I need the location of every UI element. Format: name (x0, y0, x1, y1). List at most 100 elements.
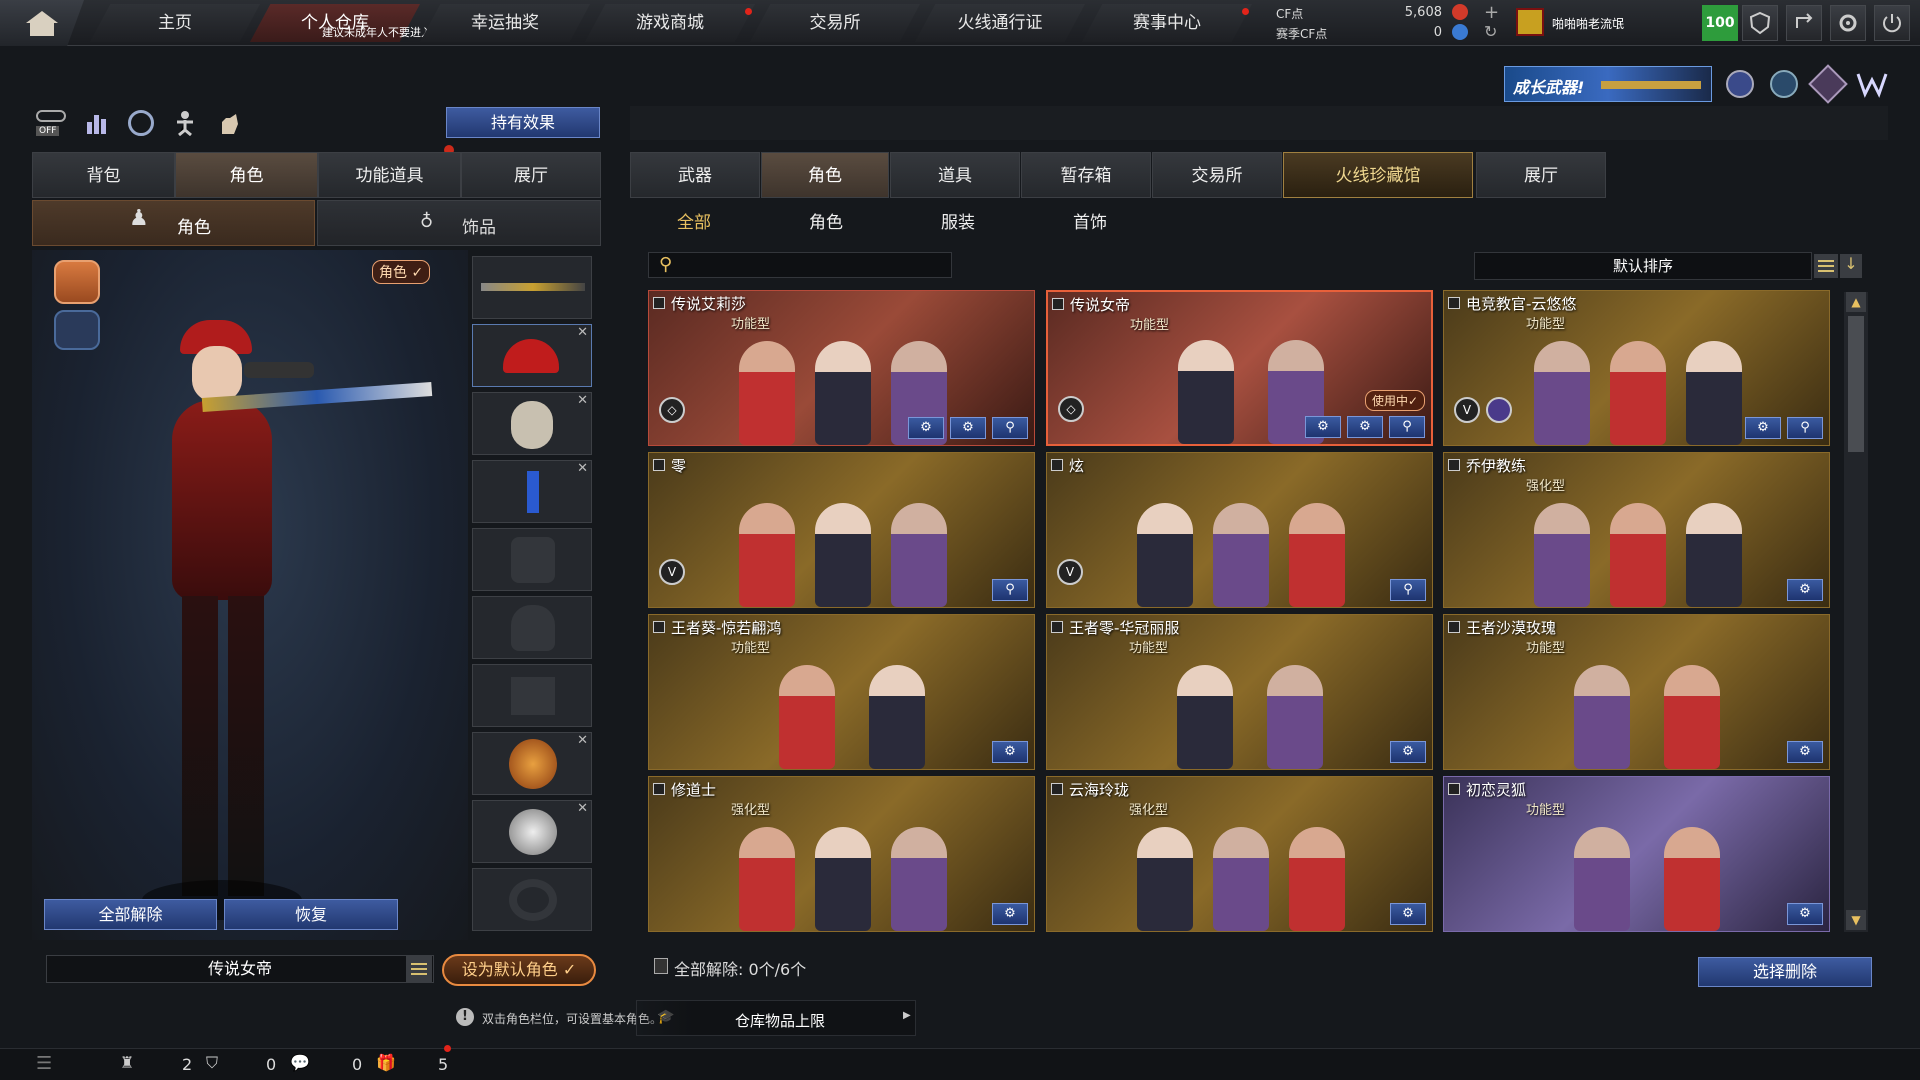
search-icon[interactable]: ⚲ (1390, 579, 1426, 601)
tab-items[interactable]: 道具 (890, 152, 1020, 198)
set-default-role-button[interactable]: 设为默认角色 ✓ (442, 954, 596, 986)
favorite-star-icon[interactable] (1448, 297, 1460, 309)
slot-accessory-dragon[interactable]: ✕ (472, 732, 592, 795)
slot-radio[interactable]: ✕ (472, 460, 592, 523)
character-card[interactable]: 云海玲珑 强化型 ⚙ (1046, 776, 1433, 932)
character-card[interactable]: 传说艾莉莎 功能型 ⚙ ⚙ ⚲ ◇ (648, 290, 1035, 446)
filter-character[interactable]: 角色 (786, 208, 866, 233)
friends-icon[interactable]: ♜ (120, 1053, 134, 1072)
tab-weapons[interactable]: 武器 (630, 152, 760, 198)
sort-direction-icon[interactable]: ↓ (1840, 254, 1862, 278)
gear-icon[interactable]: ⚙ (908, 417, 944, 439)
toggle-off-icon[interactable]: OFF (34, 108, 68, 138)
gear-icon[interactable]: ⚙ (1787, 579, 1823, 601)
tab-showroom[interactable]: 展厅 (461, 152, 601, 198)
gift-icon[interactable]: 🎁 (376, 1053, 396, 1072)
slot-radio-remove-icon[interactable]: ✕ (577, 461, 588, 476)
scroll-up-arrow-icon[interactable]: ▲ (1846, 292, 1866, 312)
character-card[interactable]: 王者零-华冠丽服 功能型 ⚙ (1046, 614, 1433, 770)
gear-icon[interactable]: ⚙ (1745, 417, 1781, 439)
crosshair-icon[interactable] (1808, 64, 1848, 104)
rotate-icon[interactable] (128, 110, 154, 136)
favorite-star-icon[interactable] (1448, 621, 1460, 633)
nav-tab-lucky-draw[interactable]: 幸运抽奖 (420, 4, 590, 42)
character-card[interactable]: 王者葵-惊若翩鸿 功能型 ⚙ (648, 614, 1035, 770)
search-box[interactable]: ⚲ (648, 252, 952, 278)
slot-vest[interactable] (472, 528, 592, 591)
w-logo-icon[interactable] (1856, 70, 1888, 98)
favorite-star-icon[interactable] (1052, 298, 1064, 310)
gear-icon[interactable]: ⚙ (1305, 416, 1341, 438)
owned-effects-button[interactable]: 持有效果 (446, 107, 600, 138)
home-button[interactable] (0, 0, 84, 46)
filter-jewelry[interactable]: 首饰 (1050, 208, 1130, 233)
character-card[interactable]: 电竞教官-云悠悠 功能型 ⚙ ⚲ V (1443, 290, 1830, 446)
tab-collection-hall[interactable]: 火线珍藏馆 (1283, 152, 1473, 198)
nav-tab-battle-pass[interactable]: 火线通行证 (915, 4, 1085, 42)
ranking-icon[interactable] (84, 110, 110, 136)
gear-icon[interactable]: ⚙ (992, 903, 1028, 925)
pose-icon[interactable] (172, 110, 198, 137)
search-icon[interactable]: ⚲ (992, 417, 1028, 439)
nav-tab-exchange[interactable]: 交易所 (750, 4, 920, 42)
filter-all[interactable]: 全部 (654, 208, 734, 233)
nav-tab-shop[interactable]: 游戏商城 (585, 4, 755, 42)
select-delete-button[interactable]: 选择删除 (1698, 957, 1872, 987)
scroll-down-arrow-icon[interactable]: ▼ (1846, 910, 1866, 930)
character-card[interactable]: 修道士 强化型 ⚙ (648, 776, 1035, 932)
gear-icon[interactable]: ⚙ (1390, 903, 1426, 925)
slot-mask[interactable]: ✕ (472, 392, 592, 455)
slot-mask-remove-icon[interactable]: ✕ (577, 393, 588, 408)
tab-functional-items[interactable]: 功能道具 (318, 152, 461, 198)
add-points-icon[interactable]: + (1484, 2, 1499, 23)
slot-dragon-remove-icon[interactable]: ✕ (577, 733, 588, 748)
search-icon[interactable]: ⚲ (1389, 416, 1425, 438)
nav-tab-home[interactable]: 主页 (90, 4, 260, 42)
search-input[interactable] (681, 255, 945, 275)
gear-icon[interactable]: ⚙ (950, 417, 986, 439)
search-icon[interactable]: ⚲ (1787, 417, 1823, 439)
gear-icon[interactable]: ⚙ (1787, 903, 1823, 925)
slot-wolf-remove-icon[interactable]: ✕ (577, 801, 588, 816)
character-card[interactable]: 炫 ⚲ V (1046, 452, 1433, 608)
gear-icon[interactable]: ⚙ (1787, 741, 1823, 763)
favorite-star-icon[interactable] (1448, 459, 1460, 471)
favorite-star-icon[interactable] (1448, 783, 1460, 795)
tab-backpack[interactable]: 背包 (32, 152, 175, 198)
slot-hat[interactable]: ✕ (472, 324, 592, 387)
refresh-icon[interactable]: ↻ (1484, 22, 1497, 41)
favorite-star-icon[interactable] (653, 783, 665, 795)
favorite-star-icon[interactable] (1051, 459, 1063, 471)
tab-characters[interactable]: 角色 (761, 152, 889, 198)
role-list-icon[interactable] (406, 956, 432, 982)
globe-icon[interactable] (1770, 70, 1798, 98)
warehouse-capacity-bar[interactable]: 🎓 仓库物品上限 ▶ (636, 1000, 916, 1036)
gear-icon[interactable] (1830, 5, 1866, 41)
favorite-star-icon[interactable] (1051, 783, 1063, 795)
scroll-thumb[interactable] (1848, 316, 1864, 452)
restore-button[interactable]: 恢复 (224, 899, 398, 930)
slot-ring[interactable] (472, 868, 592, 931)
alt-emblem-icon[interactable] (54, 310, 100, 350)
character-card[interactable]: 传说女帝 功能型 ⚙ ⚙ ⚲ ◇ 使用中✓ (1046, 290, 1433, 446)
character-card[interactable]: 王者沙漠玫瑰 功能型 ⚙ (1443, 614, 1830, 770)
clan-shield-icon[interactable]: ⛉ (206, 1053, 218, 1073)
unequip-all-button[interactable]: 全部解除 (44, 899, 217, 930)
favorite-star-icon[interactable] (653, 297, 665, 309)
tab-storage-box[interactable]: 暂存箱 (1021, 152, 1151, 198)
favorite-star-icon[interactable] (653, 621, 665, 633)
grow-weapon-banner[interactable]: 成长武器! (1504, 66, 1712, 102)
tab-character[interactable]: 角色 (175, 152, 318, 198)
slot-hat-remove-icon[interactable]: ✕ (577, 325, 588, 340)
gear-icon[interactable]: ⚙ (1347, 416, 1383, 438)
favorite-star-icon[interactable] (653, 459, 665, 471)
tab-trade[interactable]: 交易所 (1152, 152, 1282, 198)
subtab-character[interactable]: ♟ 角色 (32, 200, 315, 246)
switch-icon[interactable] (1786, 5, 1822, 41)
card-scrollbar[interactable]: ▲ ▼ (1844, 292, 1868, 932)
slot-accessory-wolf[interactable]: ✕ (472, 800, 592, 863)
nav-tab-events[interactable]: 赛事中心 (1082, 4, 1252, 42)
favorite-star-icon[interactable] (1051, 621, 1063, 633)
sort-list-icon[interactable] (1814, 254, 1838, 278)
character-card[interactable]: 初恋灵狐 功能型 ⚙ (1443, 776, 1830, 932)
